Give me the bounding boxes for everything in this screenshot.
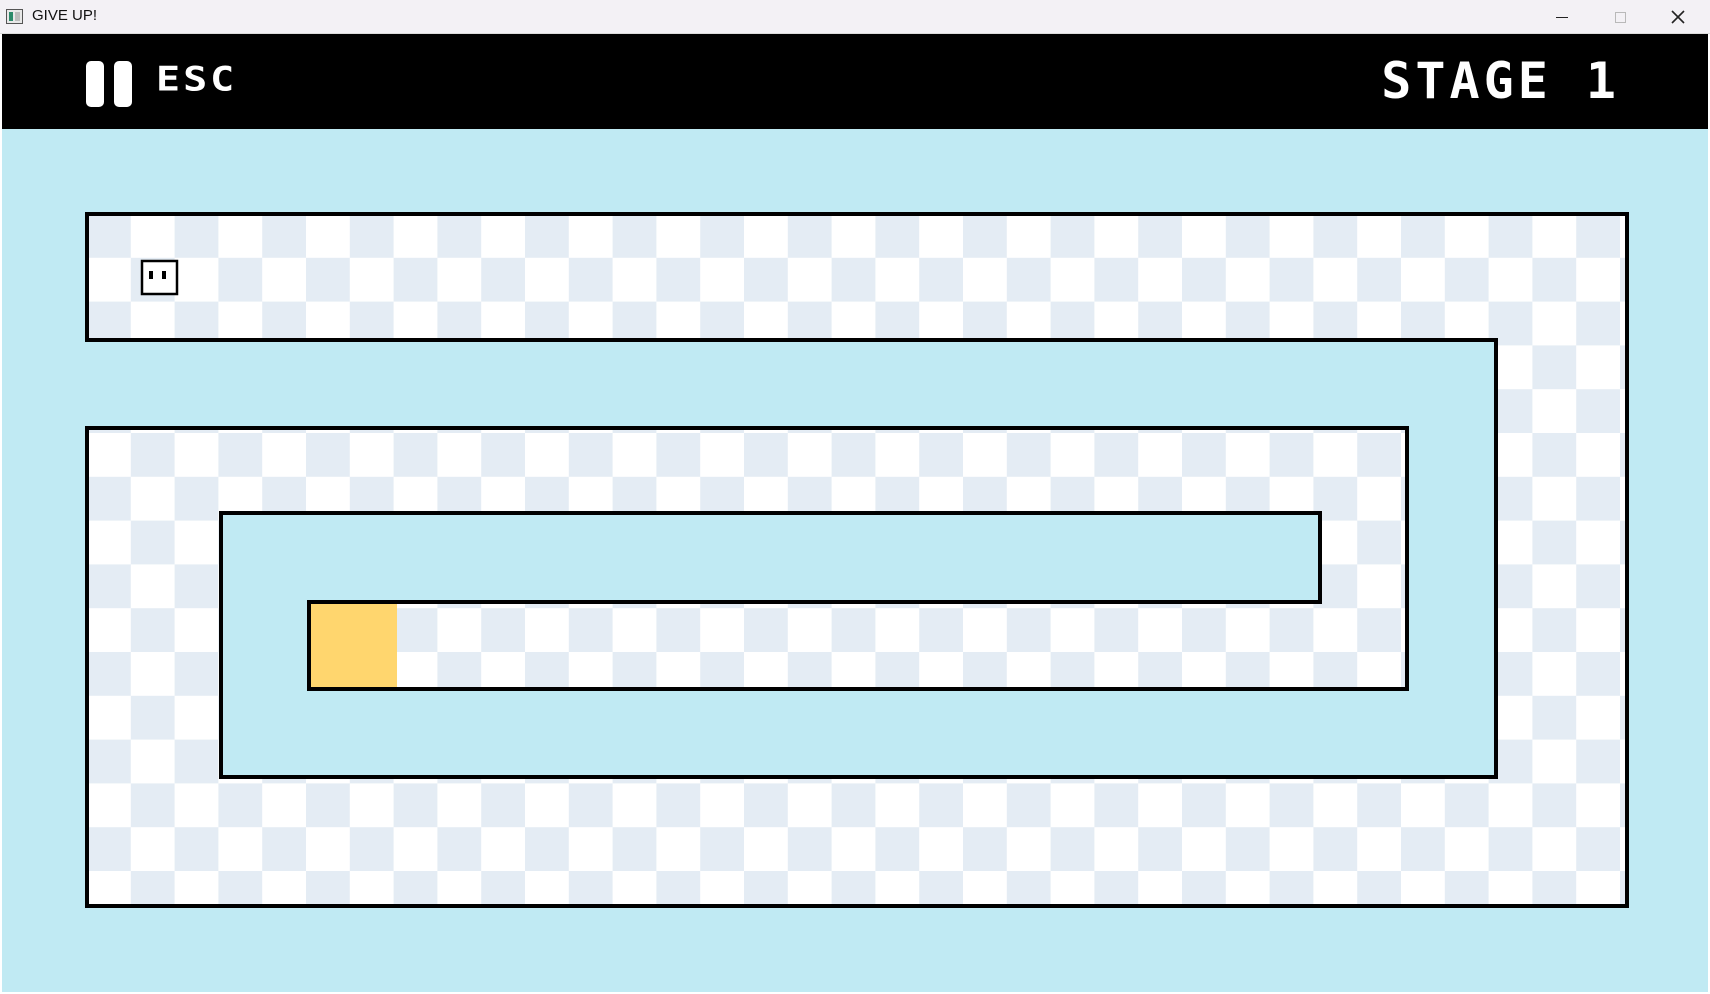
game-area: ESC STAGE 1 <box>2 34 1708 992</box>
close-button[interactable] <box>1650 0 1706 34</box>
window-title: GIVE UP! <box>32 7 98 24</box>
maximize-icon <box>1614 11 1626 23</box>
stage-label: STAGE 1 <box>1381 52 1620 110</box>
pause-icon[interactable] <box>84 61 136 107</box>
player-eye-left <box>149 271 153 279</box>
pause-key-label: ESC <box>156 60 238 100</box>
hud-bar: ESC STAGE 1 <box>2 34 1708 129</box>
window-titlebar: GIVE UP! <box>0 0 1710 34</box>
player-eye-right <box>162 271 166 279</box>
maximize-button[interactable] <box>1592 0 1648 34</box>
player-character <box>140 259 179 296</box>
pause-bar-right <box>114 61 132 107</box>
level-board <box>2 34 1708 992</box>
pause-bar-left <box>86 61 104 107</box>
goal-tile <box>311 604 397 688</box>
close-icon <box>1671 10 1685 24</box>
minimize-icon <box>1556 16 1568 18</box>
minimize-button[interactable] <box>1534 0 1590 34</box>
app-icon <box>6 9 23 24</box>
